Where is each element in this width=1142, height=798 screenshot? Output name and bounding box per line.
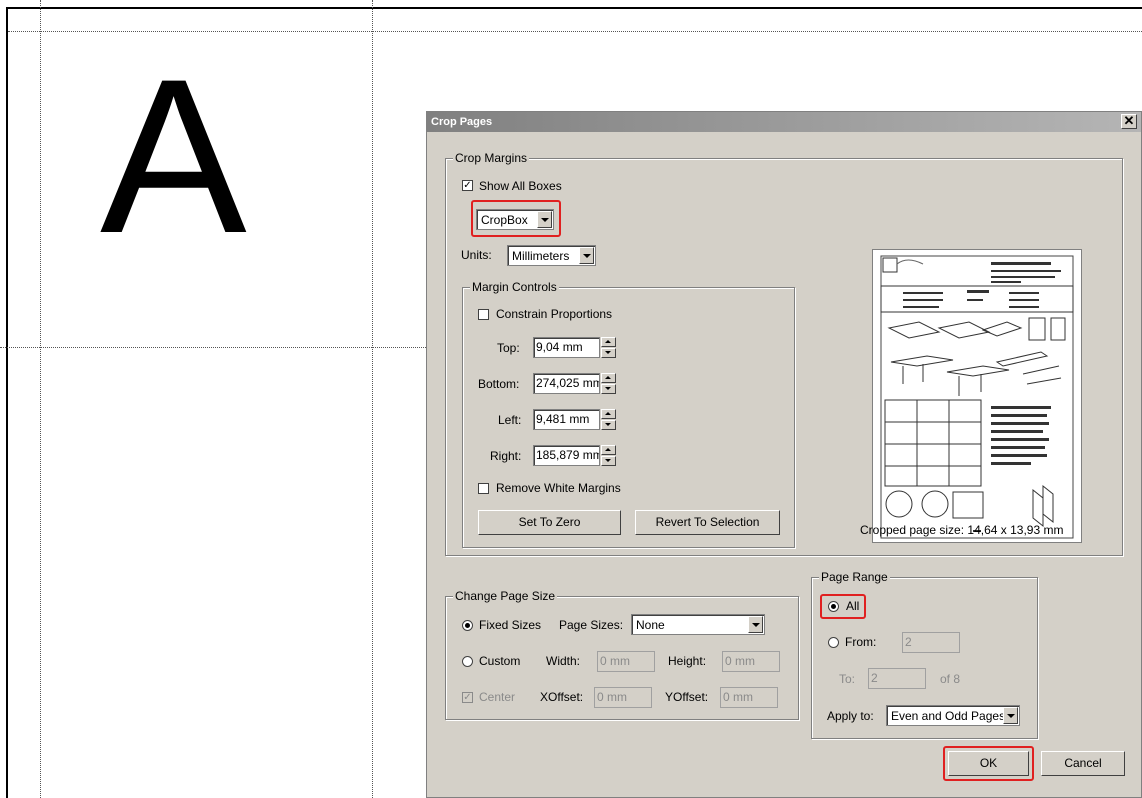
height-label: Height:	[668, 654, 707, 668]
change-page-size-label: Change Page Size	[453, 589, 558, 603]
spin-up-icon[interactable]	[601, 373, 616, 383]
yoffset-label: YOffset:	[665, 690, 709, 704]
margin-controls-label: Margin Controls	[470, 280, 559, 294]
apply-to-label: Apply to:	[827, 709, 874, 723]
preview-drawing	[880, 255, 1074, 539]
width-input[interactable]: 0 mm	[597, 651, 655, 672]
page-range-label: Page Range	[819, 570, 890, 584]
from-input[interactable]: 2	[902, 632, 960, 653]
bottom-margin-spinner[interactable]	[601, 373, 616, 394]
margin-controls-group: Margin Controls Constrain Proportions To…	[462, 280, 795, 548]
guide-line	[372, 0, 373, 798]
top-margin-input[interactable]: 9,04 mm	[533, 337, 600, 358]
show-all-boxes-label: Show All Boxes	[479, 179, 562, 193]
page-sizes-label: Page Sizes:	[559, 618, 624, 632]
spin-down-icon[interactable]	[601, 384, 616, 394]
to-input[interactable]: 2	[868, 668, 926, 689]
page-letter: A	[100, 33, 247, 279]
width-label: Width:	[546, 654, 581, 668]
guide-line	[0, 347, 426, 348]
spin-down-icon[interactable]	[601, 456, 616, 466]
bottom-label: Bottom:	[478, 377, 520, 391]
dialog-title: Crop Pages	[431, 116, 493, 128]
left-margin-input[interactable]: 9,481 mm	[533, 409, 600, 430]
page-preview-thumbnail	[872, 249, 1082, 543]
height-input[interactable]: 0 mm	[722, 651, 780, 672]
set-to-zero-button[interactable]: Set To Zero	[478, 510, 621, 535]
spin-up-icon[interactable]	[601, 409, 616, 419]
page-left-border	[6, 7, 8, 798]
change-page-size-group: Change Page Size Fixed Sizes Page Sizes:…	[445, 589, 799, 720]
apply-to-select[interactable]: Even and Odd Pages	[886, 705, 1020, 726]
right-label: Right:	[490, 449, 522, 463]
right-margin-input[interactable]: 185,879 mm	[533, 445, 600, 466]
remove-white-margins-label: Remove White Margins	[496, 481, 621, 495]
constrain-proportions-label: Constrain Proportions	[496, 307, 613, 321]
chevron-down-icon	[1003, 707, 1018, 724]
highlight-box	[943, 746, 1034, 781]
apply-to-value: Even and Odd Pages	[891, 709, 1006, 723]
page-sizes-select[interactable]: None	[631, 614, 765, 635]
constrain-proportions-checkbox[interactable]	[478, 309, 489, 320]
spin-down-icon[interactable]	[601, 420, 616, 430]
center-checkbox[interactable]: ✓	[462, 692, 473, 703]
spin-down-icon[interactable]	[601, 348, 616, 358]
spin-up-icon[interactable]	[601, 445, 616, 455]
page-sizes-value: None	[636, 618, 665, 632]
close-icon[interactable]: ✕	[1121, 114, 1137, 129]
top-margin-spinner[interactable]	[601, 337, 616, 358]
fixed-sizes-label: Fixed Sizes	[479, 618, 542, 632]
highlight-box	[820, 594, 866, 619]
chevron-down-icon	[579, 247, 594, 264]
remove-white-margins-checkbox[interactable]	[478, 483, 489, 494]
page-range-group: Page Range All From: 2 To: 2 of 8 Apply …	[811, 570, 1038, 739]
page-count-label: of 8	[940, 672, 961, 686]
units-value: Millimeters	[512, 249, 570, 263]
crop-margins-label: Crop Margins	[453, 151, 530, 165]
yoffset-input[interactable]: 0 mm	[720, 687, 778, 708]
dialog-titlebar[interactable]: Crop Pages	[427, 112, 1141, 132]
cropped-page-size: Cropped page size: 14,64 x 13,93 mm	[860, 523, 1064, 537]
units-label: Units:	[461, 248, 492, 262]
spin-up-icon[interactable]	[601, 337, 616, 347]
right-margin-spinner[interactable]	[601, 445, 616, 466]
crop-margins-group: Crop Margins ✓ Show All Boxes CropBox Un…	[445, 151, 1123, 556]
center-label: Center	[479, 690, 516, 704]
cancel-button[interactable]: Cancel	[1041, 751, 1125, 776]
highlight-box	[471, 200, 561, 237]
guide-line	[8, 31, 1142, 32]
chevron-down-icon	[748, 616, 763, 633]
from-label: From:	[845, 635, 877, 649]
fixed-sizes-radio[interactable]	[462, 620, 473, 631]
show-all-boxes-checkbox[interactable]: ✓	[462, 180, 473, 191]
xoffset-label: XOffset:	[540, 690, 584, 704]
from-radio[interactable]	[828, 637, 839, 648]
left-label: Left:	[498, 413, 522, 427]
bottom-margin-input[interactable]: 274,025 mm	[533, 373, 600, 394]
to-label: To:	[839, 672, 856, 686]
custom-label: Custom	[479, 654, 521, 668]
guide-line	[40, 0, 41, 798]
left-margin-spinner[interactable]	[601, 409, 616, 430]
xoffset-input[interactable]: 0 mm	[594, 687, 652, 708]
page-top-border	[6, 7, 1142, 9]
top-label: Top:	[497, 341, 520, 355]
units-select[interactable]: Millimeters	[507, 245, 596, 266]
custom-radio[interactable]	[462, 656, 473, 667]
crop-pages-dialog: Crop Pages ✕ Crop Margins ✓ Show All Box…	[426, 111, 1142, 798]
revert-to-selection-button[interactable]: Revert To Selection	[635, 510, 780, 535]
